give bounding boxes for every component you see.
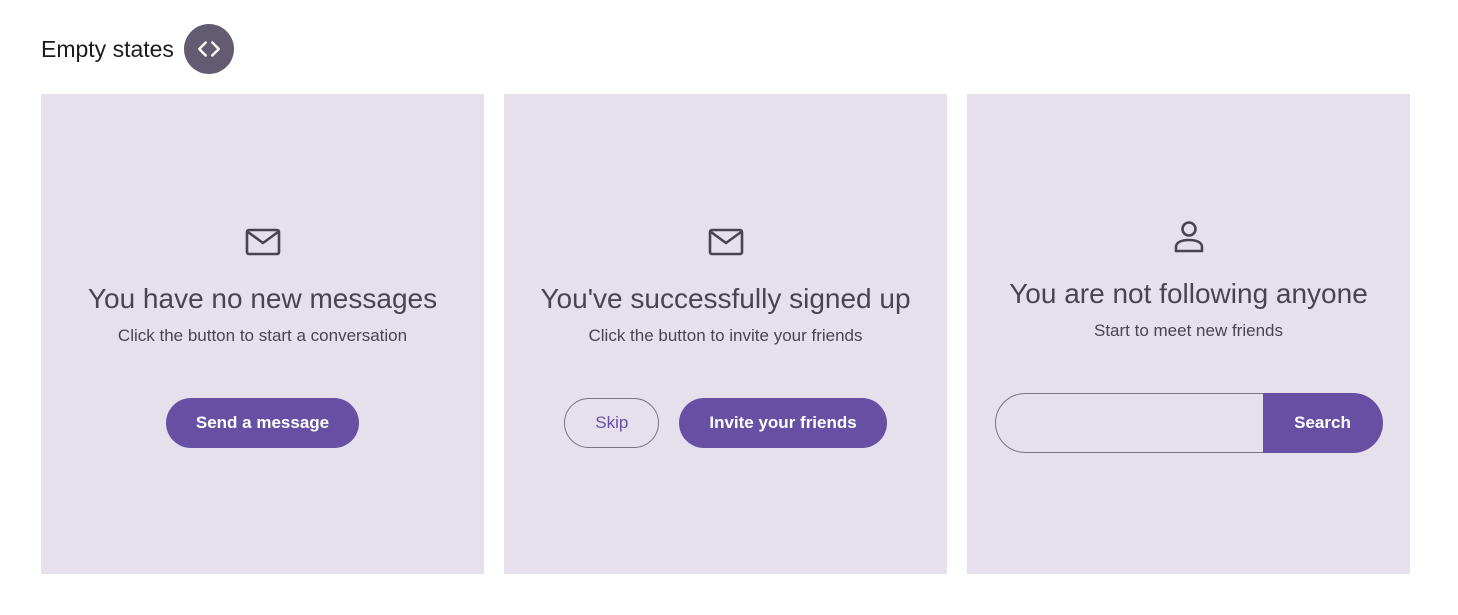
card-title: You've successfully signed up	[540, 283, 911, 314]
mail-icon	[706, 222, 746, 262]
section-header: Empty states	[41, 24, 234, 74]
empty-states-grid: You have no new messages Click the butto…	[41, 94, 1410, 574]
skip-button[interactable]: Skip	[564, 398, 660, 448]
card-actions: Send a message	[165, 398, 360, 448]
search-group: Search	[994, 393, 1383, 453]
card-actions: Skip Invite your friends	[564, 398, 887, 448]
invite-friends-button[interactable]: Invite your friends	[679, 398, 887, 448]
card-subtitle: Click the button to invite your friends	[588, 326, 863, 345]
send-message-button[interactable]: Send a message	[165, 398, 360, 448]
search-input[interactable]	[994, 393, 1263, 453]
empty-state-card-following: You are not following anyone Start to me…	[967, 94, 1410, 574]
empty-state-card-messages: You have no new messages Click the butto…	[41, 94, 484, 574]
search-button[interactable]: Search	[1262, 393, 1383, 453]
view-code-button[interactable]	[183, 24, 234, 74]
code-icon	[197, 41, 220, 57]
card-subtitle: Click the button to start a conversation	[117, 326, 408, 345]
empty-state-card-signed-up: You've successfully signed up Click the …	[504, 94, 947, 574]
card-title: You have no new messages	[87, 283, 438, 314]
card-subtitle: Start to meet new friends	[1094, 321, 1283, 340]
mail-icon	[243, 222, 283, 262]
person-icon	[1169, 217, 1209, 257]
card-title: You are not following anyone	[1009, 278, 1368, 309]
section-title: Empty states	[41, 35, 174, 62]
